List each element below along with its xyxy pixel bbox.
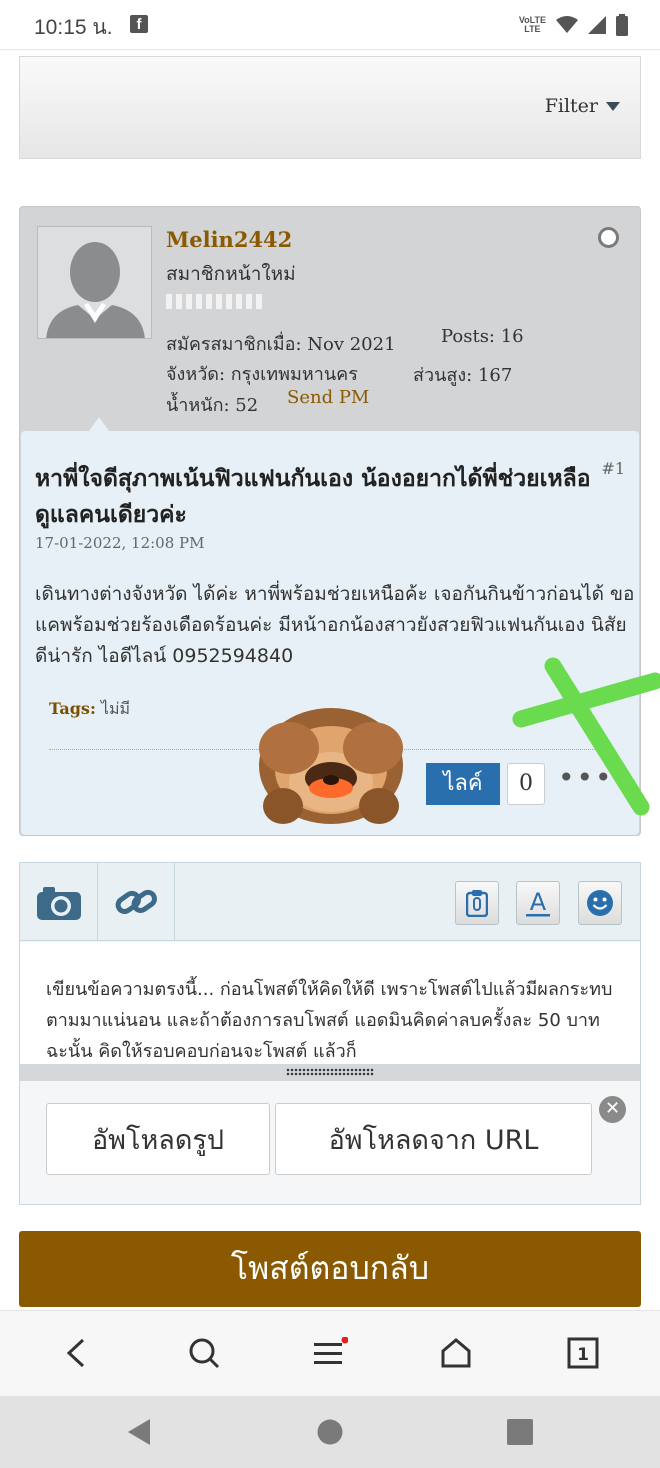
username-link[interactable]: Melin2442: [166, 227, 292, 252]
grip-icon: [286, 1068, 374, 1076]
search-button[interactable]: [184, 1333, 224, 1373]
upload-url-button[interactable]: อัพโหลดจาก URL: [275, 1103, 592, 1175]
user-rank: สมาชิกหน้าใหม่: [166, 263, 296, 285]
system-back-button[interactable]: [121, 1414, 157, 1450]
offline-status-icon: [598, 227, 619, 248]
square-recents-icon: [507, 1419, 533, 1445]
green-cross-scribble: [512, 657, 660, 816]
browser-toolbar: 1: [0, 1310, 660, 1396]
tags-label: Tags:: [49, 699, 96, 718]
user-weight: น้ำหนัก: 52: [166, 395, 259, 416]
triangle-back-icon: [128, 1419, 150, 1445]
smiley-icon: [587, 890, 613, 916]
emoji-button[interactable]: [578, 881, 622, 925]
chevron-down-icon: [606, 101, 620, 111]
user-post-count: Posts: 16: [441, 326, 524, 347]
home-icon: [441, 1338, 471, 1368]
post-number-link[interactable]: #1: [601, 459, 625, 478]
home-button[interactable]: [436, 1333, 476, 1373]
system-recents-button[interactable]: [502, 1414, 538, 1450]
wifi-icon: [556, 16, 578, 33]
avatar[interactable]: [37, 226, 152, 339]
menu-icon: [314, 1337, 348, 1364]
textarea-placeholder: เขียนข้อความตรงนี้... ก่อนโพสต์ให้คิดให้…: [46, 979, 613, 1062]
paste-button[interactable]: [455, 881, 499, 925]
message-textarea[interactable]: เขียนข้อความตรงนี้... ก่อนโพสต์ให้คิดให้…: [20, 942, 640, 1064]
status-time: 10:15 น.: [34, 16, 113, 39]
resize-handle[interactable]: [20, 1064, 640, 1081]
filter-label: Filter: [544, 95, 598, 117]
back-arrow-icon: [66, 1338, 85, 1368]
see-no-evil-monkey-icon: [259, 708, 403, 824]
post-date: 17-01-2022, 12:08 PM: [35, 534, 205, 552]
post-reply-button[interactable]: โพสต์ตอบกลับ: [19, 1231, 641, 1307]
battery-icon: [616, 14, 628, 36]
editor-toolbar: A: [20, 863, 640, 941]
svg-text:A: A: [530, 888, 547, 916]
tags-value: ไม่มี: [100, 699, 131, 718]
font-icon: A: [526, 888, 550, 917]
speech-arrow: [89, 417, 109, 431]
insert-link-button[interactable]: [98, 863, 175, 941]
reply-editor: A เขียนข้อความตรงนี้... ก่อนโพสต์ให้คิดใ…: [19, 862, 641, 1205]
text-format-button[interactable]: A: [516, 881, 560, 925]
filter-panel: Filter: [19, 56, 641, 159]
user-joined: สมัครสมาชิกเมื่อ: Nov 2021: [166, 334, 396, 355]
status-bar: 10:15 น. f VoLTE LTE: [0, 0, 660, 50]
system-navigation-bar: [0, 1396, 660, 1468]
menu-button[interactable]: [310, 1333, 350, 1373]
filter-button[interactable]: Filter: [545, 95, 620, 117]
search-icon: [189, 1338, 220, 1369]
facebook-icon: f: [130, 15, 148, 33]
post-tags: Tags: ไม่มี: [49, 697, 130, 722]
system-home-button[interactable]: [312, 1414, 348, 1450]
reputation-bar: [166, 294, 262, 309]
status-icons: VoLTE LTE: [519, 12, 628, 38]
post-title: หาพี่ใจดีสุภาพเน้นฟิวแฟนกันเอง น้องอยากไ…: [35, 466, 591, 528]
forum-post: Melin2442 สมาชิกหน้าใหม่ สมัครสมาชิกเมื่…: [19, 206, 660, 836]
upload-image-button[interactable]: อัพโหลดรูป: [46, 1103, 270, 1175]
clipboard-icon: [466, 890, 488, 917]
circle-home-icon: [317, 1419, 343, 1445]
tabs-icon: 1: [567, 1337, 599, 1369]
link-icon: [115, 889, 157, 914]
like-button[interactable]: ไลค์: [426, 763, 500, 805]
signal-icon: [588, 16, 606, 34]
svg-text:1: 1: [577, 1345, 589, 1365]
back-button[interactable]: [56, 1333, 96, 1373]
user-height: ส่วนสูง: 167: [413, 365, 513, 386]
default-avatar-icon: [38, 227, 151, 338]
user-province: จังหวัด: กรุงเทพมหานคร: [166, 364, 358, 385]
tabs-button[interactable]: 1: [563, 1333, 603, 1373]
close-icon[interactable]: ✕: [599, 1096, 626, 1123]
volte-icon: VoLTE LTE: [518, 15, 546, 34]
post-message: หาพี่ใจดีสุภาพเน้นฟิวแฟนกันเอง น้องอยากไ…: [21, 417, 660, 835]
insert-image-button[interactable]: [20, 863, 98, 941]
send-pm-link[interactable]: Send PM: [287, 387, 369, 408]
camera-icon: [36, 887, 81, 920]
